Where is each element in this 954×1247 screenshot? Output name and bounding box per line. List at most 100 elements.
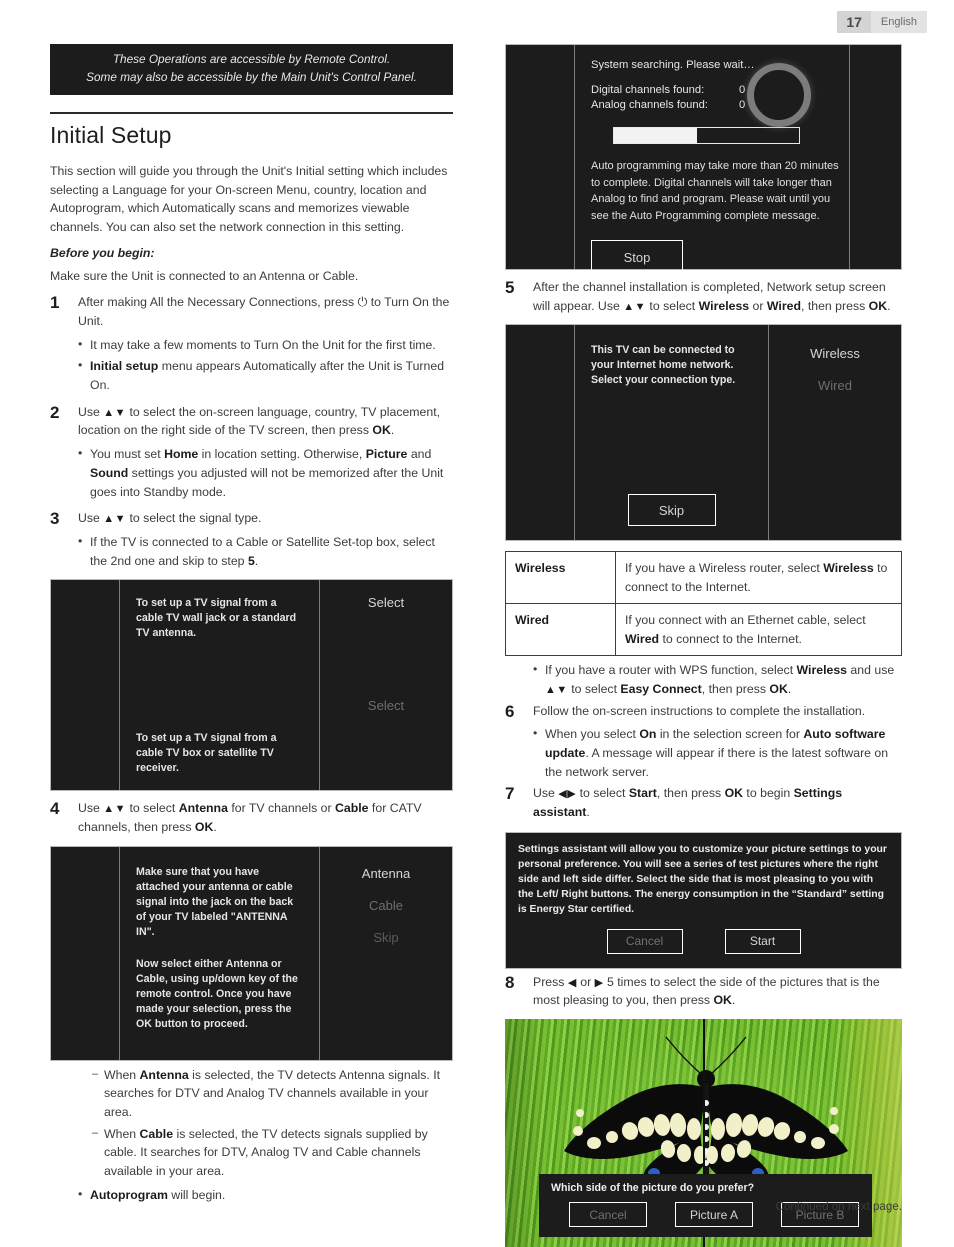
step-1-bullets: It may take a few moments to Turn On the… bbox=[50, 335, 453, 395]
signal-type-screen: To set up a TV signal from a cable TV wa… bbox=[50, 579, 453, 792]
start-button[interactable]: Start bbox=[724, 928, 801, 954]
table-row: Wireless If you have a Wireless router, … bbox=[505, 551, 902, 605]
step-2-number: 2 bbox=[50, 402, 60, 422]
ok-key-label: OK bbox=[868, 298, 888, 313]
step-5-number: 5 bbox=[505, 278, 515, 297]
a-b: in the selection screen for bbox=[656, 727, 804, 742]
step-2-text-c: . bbox=[390, 423, 395, 438]
ok-key-label: OK bbox=[769, 681, 788, 696]
auto-software-update-bullet: When you select On in the selection scre… bbox=[533, 724, 902, 781]
picture-term: Picture bbox=[365, 447, 408, 462]
s5-c: or bbox=[749, 298, 767, 313]
loading-spinner-icon bbox=[747, 63, 811, 127]
step-3-bullet-1: If the TV is connected to a Cable or Sat… bbox=[78, 532, 453, 570]
cancel-button[interactable]: Cancel bbox=[606, 928, 683, 954]
step-4: 4 Use ▲▼ to select Antenna for TV channe… bbox=[50, 799, 453, 836]
screen-sidebar bbox=[51, 846, 120, 1060]
scan-progress-bar bbox=[613, 127, 800, 144]
option-cable[interactable]: Cable bbox=[320, 899, 452, 912]
settings-assistant-text: Settings assistant will allow you to cus… bbox=[518, 843, 887, 915]
left-column: These Operations are accessible by Remot… bbox=[50, 44, 453, 1208]
s3b-b: . bbox=[254, 553, 259, 568]
signal-select-2-option[interactable]: Select bbox=[320, 699, 452, 712]
screen-options: Select Select bbox=[319, 580, 452, 791]
s7-e: . bbox=[586, 805, 590, 820]
signal-option-2-text: To set up a TV signal from a cable TV bo… bbox=[136, 732, 277, 775]
start-term: Start bbox=[628, 786, 657, 801]
step-3-number: 3 bbox=[50, 509, 60, 529]
step-7-number: 7 bbox=[505, 784, 515, 804]
w-b: and use bbox=[847, 663, 895, 678]
signal-select-1-option[interactable]: Select bbox=[320, 596, 452, 609]
screen-options: Antenna Cable Skip bbox=[319, 846, 452, 1060]
option-wireless[interactable]: Wireless bbox=[769, 347, 901, 360]
digital-channels-label: Digital channels found: bbox=[591, 84, 705, 96]
r2-pre: If you connect with an Ethernet cable, s… bbox=[625, 613, 866, 628]
right-arrow-icon: ▶ bbox=[594, 976, 604, 989]
skip-button[interactable]: Skip bbox=[627, 494, 716, 527]
wps-bullet: If you have a router with WPS function, … bbox=[533, 660, 902, 698]
wireless-term: Wireless bbox=[823, 561, 874, 576]
r2-post: to connect to the Internet. bbox=[659, 631, 802, 646]
step-7: 7 Use ◀▶ to select Start, then press OK … bbox=[505, 784, 902, 821]
step-4-text: Use ▲▼ to select Antenna for TV channels… bbox=[78, 799, 453, 836]
cable-term: Cable bbox=[139, 1126, 174, 1141]
option-skip[interactable]: Skip bbox=[320, 931, 452, 944]
s2b-d: settings you adjusted will not be memori… bbox=[90, 465, 444, 499]
step-6-text: Follow the on-screen instructions to com… bbox=[533, 703, 866, 718]
remote-control-banner: These Operations are accessible by Remot… bbox=[50, 44, 453, 95]
power-icon: ⏻ bbox=[357, 295, 368, 310]
s7-a: Use bbox=[533, 786, 559, 801]
antenna-screen-text-2: Now select either Antenna or Cable, usin… bbox=[136, 957, 298, 1030]
option-wired[interactable]: Wired bbox=[769, 379, 901, 392]
step-4-note-2: When Cable is selected, the TV detects s… bbox=[92, 1125, 453, 1181]
wireless-term: Wireless bbox=[796, 663, 848, 678]
wired-term: Wired bbox=[625, 631, 660, 646]
w-c: to select bbox=[567, 681, 621, 696]
autoprogram-rest: will begin. bbox=[167, 1187, 226, 1202]
connection-type-table: Wireless If you have a Wireless router, … bbox=[505, 551, 902, 657]
footer-continued: Continued on next page. bbox=[775, 1200, 902, 1213]
initial-setup-term: Initial setup bbox=[90, 359, 159, 374]
s7-d: to begin bbox=[743, 786, 794, 801]
a-a: When you select bbox=[545, 727, 640, 742]
settings-assistant-buttons: Cancel Start bbox=[518, 928, 889, 954]
page-title: Initial Setup bbox=[50, 121, 172, 148]
up-down-arrows-icon: ▲▼ bbox=[103, 803, 127, 816]
network-setup-screen: This TV can be connected to your Interne… bbox=[505, 324, 902, 542]
s2b-b: in location setting. Otherwise, bbox=[198, 447, 366, 462]
option-antenna[interactable]: Antenna bbox=[320, 867, 452, 880]
s7-b: to select bbox=[576, 786, 629, 801]
step-5-text: After the channel installation is comple… bbox=[533, 278, 902, 315]
step-3-text-a: Use bbox=[78, 511, 104, 526]
step-2: 2 Use ▲▼ to select the on-screen languag… bbox=[50, 403, 453, 440]
n2-pre: When bbox=[104, 1126, 140, 1141]
cancel-button[interactable]: Cancel bbox=[569, 1202, 647, 1228]
ok-key-label: OK bbox=[194, 820, 214, 834]
step-8: 8 Press ◀ or ▶ 5 times to select the sid… bbox=[505, 973, 902, 1010]
before-you-begin-text: Make sure the Unit is connected to an An… bbox=[50, 268, 359, 283]
wired-term: Wired bbox=[766, 298, 801, 313]
step-1: 1 After making All the Necessary Connect… bbox=[50, 293, 453, 330]
picture-choice-question: Which side of the picture do you prefer? bbox=[551, 1182, 755, 1195]
screen-options bbox=[849, 45, 901, 269]
row-desc-wireless: If you have a Wireless router, select Wi… bbox=[615, 551, 902, 605]
picture-a-button[interactable]: Picture A bbox=[675, 1202, 753, 1228]
s4-e: . bbox=[213, 820, 217, 834]
searching-status: System searching. Please wait… bbox=[591, 59, 755, 71]
wps-bullet-list: If you have a router with WPS function, … bbox=[505, 660, 902, 698]
s5-d: , then press bbox=[800, 298, 869, 313]
page-language: English bbox=[870, 11, 927, 33]
signal-option-1-text: To set up a TV signal from a cable TV wa… bbox=[136, 597, 297, 640]
up-down-arrows-icon: ▲▼ bbox=[103, 406, 127, 419]
ok-key-label: OK bbox=[724, 786, 744, 801]
page-header: 17 English bbox=[837, 11, 927, 33]
step-3-text: Use ▲▼ to select the signal type. bbox=[78, 509, 453, 528]
stop-button[interactable]: Stop bbox=[591, 240, 683, 274]
row-desc-wired: If you connect with an Ethernet cable, s… bbox=[615, 603, 902, 657]
screen-sidebar bbox=[51, 580, 120, 791]
screen-body: System searching. Please wait… Digital c… bbox=[575, 45, 849, 274]
step-4-number: 4 bbox=[50, 799, 60, 819]
step-8-number: 8 bbox=[505, 972, 515, 992]
